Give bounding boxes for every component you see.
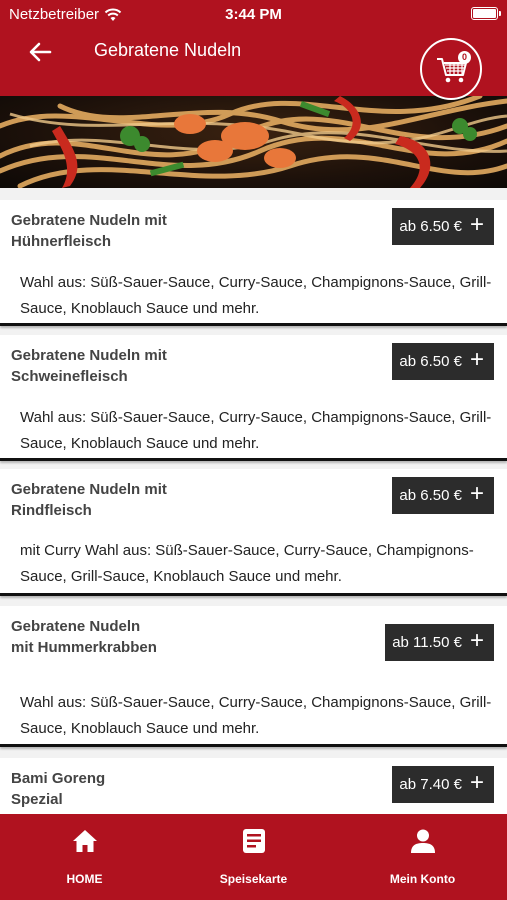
menu-item-price: ab 6.50 € (399, 487, 462, 504)
menu-item-card[interactable]: Gebratene Nudeln mit Hummerkrabben ab 11… (0, 606, 507, 747)
menu-item-price: ab 7.40 € (399, 776, 462, 793)
menu-item-description: mit Curry Wahl aus: Süß-Sauer-Sauce, Cur… (20, 542, 474, 585)
nav-account-label: Mein Konto (389, 872, 456, 886)
menu-item-description: Wahl aus: Süß-Sauer-Sauce, Curry-Sauce, … (20, 274, 492, 317)
nav-menu-label: Speisekarte (219, 872, 288, 886)
back-arrow-icon[interactable] (26, 38, 54, 66)
nav-menu[interactable]: Speisekarte (169, 814, 338, 900)
menu-item-card[interactable]: Gebratene Nudeln mit Schweinefleisch ab … (0, 335, 507, 461)
menu-item-name: Gebratene Nudeln mit Rindfleisch (11, 481, 167, 519)
menu-item-name: Gebratene Nudeln mit Hühnerfleisch (11, 212, 167, 250)
status-bar: Netzbetreiber 3:44 PM (0, 0, 507, 28)
nav-account[interactable]: Mein Konto (338, 814, 507, 900)
nav-home[interactable]: HOME (0, 814, 169, 900)
bottom-navigation: HOME Speisekarte Mein Konto (0, 814, 507, 900)
menu-item-description: Wahl aus: Süß-Sauer-Sauce, Curry-Sauce, … (20, 409, 492, 452)
add-to-cart-button[interactable]: ab 6.50 € + (392, 343, 494, 380)
add-to-cart-button[interactable]: ab 6.50 € + (392, 477, 494, 514)
cart-button[interactable]: 0 (420, 38, 482, 100)
plus-icon: + (469, 627, 484, 654)
status-time: 3:44 PM (225, 6, 282, 23)
menu-item-card[interactable]: Gebratene Nudeln mit Hühnerfleisch ab 6.… (0, 200, 507, 326)
battery-icon (471, 7, 501, 20)
menu-item-price: ab 6.50 € (399, 218, 462, 235)
category-banner-image (0, 96, 507, 188)
menu-item-card[interactable]: Bami Goreng Spezial ab 7.40 € + (0, 758, 507, 814)
menu-item-name: Gebratene Nudeln mit Schweinefleisch (11, 347, 167, 385)
page-title: Gebratene Nudeln (94, 40, 242, 60)
plus-icon: + (469, 211, 484, 238)
nav-home-label: HOME (66, 872, 103, 886)
menu-item-price: ab 11.50 € (392, 634, 462, 651)
menu-item-description: Wahl aus: Süß-Sauer-Sauce, Curry-Sauce, … (20, 694, 492, 737)
menu-card-icon (242, 829, 265, 853)
menu-item-price: ab 6.50 € (399, 353, 462, 370)
menu-item-list[interactable]: Gebratene Nudeln mit Hühnerfleisch ab 6.… (0, 188, 507, 814)
add-to-cart-button[interactable]: ab 6.50 € + (392, 208, 494, 245)
menu-item-name: Bami Goreng Spezial (11, 770, 106, 808)
add-to-cart-button[interactable]: ab 7.40 € + (392, 766, 494, 803)
menu-item-name: Gebratene Nudeln mit Hummerkrabben (11, 618, 157, 656)
plus-icon: + (469, 480, 484, 507)
menu-item-card[interactable]: Gebratene Nudeln mit Rindfleisch ab 6.50… (0, 469, 507, 596)
cart-count-badge: 0 (458, 51, 471, 64)
plus-icon: + (469, 769, 484, 796)
app-header: Netzbetreiber 3:44 PM Gebratene Nudeln 0 (0, 0, 507, 100)
account-icon (410, 829, 435, 853)
add-to-cart-button[interactable]: ab 11.50 € + (385, 624, 494, 661)
home-icon (72, 830, 97, 852)
plus-icon: + (469, 346, 484, 373)
